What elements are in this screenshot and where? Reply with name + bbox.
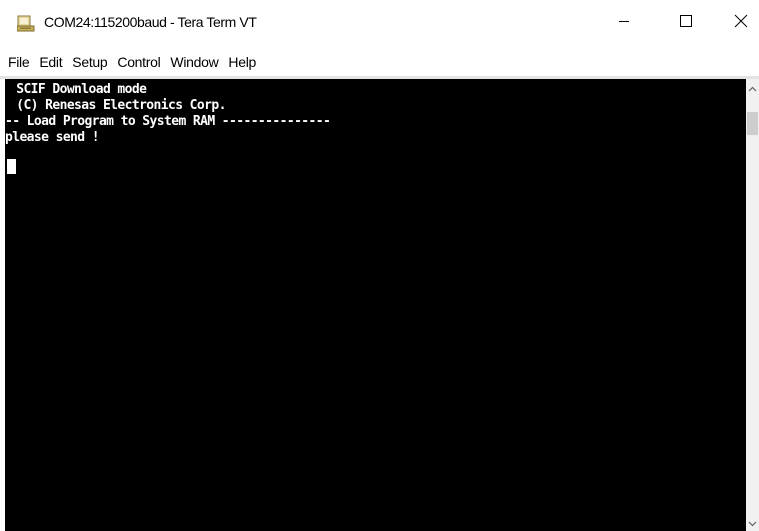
scroll-up-button[interactable] [746, 79, 759, 96]
scrollbar-thumb[interactable] [747, 112, 758, 135]
menu-file[interactable]: File [0, 48, 34, 76]
title-bar[interactable]: COM24:115200baud - Tera Term VT [0, 0, 759, 48]
scroll-down-arrow-icon [748, 514, 757, 531]
maximize-button[interactable] [663, 0, 709, 46]
scroll-down-button[interactable] [746, 514, 759, 531]
close-icon [734, 14, 748, 33]
menu-control[interactable]: Control [112, 48, 165, 76]
menu-bar: File Edit Setup Control Window Help [0, 48, 759, 76]
terminal-line: please send ! [5, 130, 100, 145]
menu-window[interactable]: Window [165, 48, 223, 76]
vertical-scrollbar[interactable] [746, 79, 759, 531]
menu-setup[interactable]: Setup [67, 48, 112, 76]
window-title: COM24:115200baud - Tera Term VT [44, 14, 257, 30]
terminal-screen[interactable]: SCIF Download mode (C) Renesas Electroni… [5, 79, 746, 531]
text-cursor [7, 159, 16, 174]
scroll-up-arrow-icon [748, 79, 757, 97]
terminal-line: SCIF Download mode [9, 82, 147, 97]
minimize-icon [618, 14, 630, 32]
terminal-line: (C) Renesas Electronics Corp. [9, 98, 226, 113]
terminal-line: -- Load Program to System RAM ----------… [5, 114, 331, 129]
tera-term-icon[interactable] [16, 15, 35, 32]
tera-term-window: COM24:115200baud - Tera Term VT File Edi… [0, 0, 759, 531]
maximize-icon [679, 14, 693, 33]
close-button[interactable] [718, 0, 759, 46]
menu-edit[interactable]: Edit [34, 48, 67, 76]
menu-help[interactable]: Help [223, 48, 261, 76]
minimize-button[interactable] [601, 0, 647, 46]
